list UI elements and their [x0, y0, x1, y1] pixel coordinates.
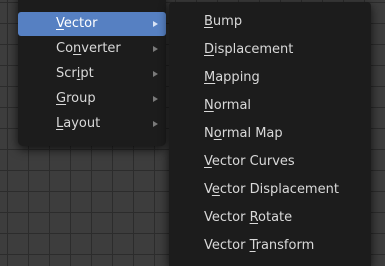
menu-item-vector-rotate[interactable]: Vector Rotate	[169, 206, 371, 230]
menu-item-label: Normal	[204, 98, 252, 113]
menu-item-label: Group	[56, 91, 96, 106]
menu-item-vector-curves[interactable]: Vector Curves	[169, 150, 371, 174]
menu-item-script[interactable]: Script	[18, 62, 166, 86]
menu-item-vector[interactable]: Vector	[18, 12, 166, 36]
menu-item-vector-transform[interactable]: Vector Transform	[169, 234, 371, 258]
menu-item-label: Layout	[56, 116, 101, 131]
vector-submenu: Bump Displacement Mapping Normal Normal …	[169, 2, 371, 266]
menu-item-label: Vector Transform	[204, 238, 315, 253]
menu-item-label: Displacement	[204, 42, 294, 57]
chevron-right-icon	[153, 71, 158, 77]
menu-item-bump[interactable]: Bump	[169, 10, 371, 34]
menu-item-label: Normal Map	[204, 126, 283, 141]
chevron-right-icon	[153, 96, 158, 102]
chevron-right-icon	[153, 121, 158, 127]
menu-item-vector-displacement[interactable]: Vector Displacement	[169, 178, 371, 202]
menu-item-displacement[interactable]: Displacement	[169, 38, 371, 62]
menu-item-label: Vector Displacement	[204, 182, 339, 197]
menu-item-group[interactable]: Group	[18, 87, 166, 111]
add-node-category-menu: Vector Converter Script Group Layout	[18, 0, 166, 146]
menu-item-normal[interactable]: Normal	[169, 94, 371, 118]
menu-item-label: Converter	[56, 41, 121, 56]
menu-item-label: Vector Rotate	[204, 210, 293, 225]
menu-item-mapping[interactable]: Mapping	[169, 66, 371, 90]
menu-item-converter[interactable]: Converter	[18, 37, 166, 61]
menu-item-layout[interactable]: Layout	[18, 112, 166, 136]
menu-item-label: Mapping	[204, 70, 260, 85]
menu-item-label: Vector Curves	[204, 154, 295, 169]
chevron-right-icon	[153, 21, 158, 27]
chevron-right-icon	[153, 46, 158, 52]
menu-item-label: Bump	[204, 14, 243, 29]
menu-item-normal-map[interactable]: Normal Map	[169, 122, 371, 146]
menu-item-label: Vector	[56, 16, 98, 31]
menu-item-label: Script	[56, 66, 94, 81]
